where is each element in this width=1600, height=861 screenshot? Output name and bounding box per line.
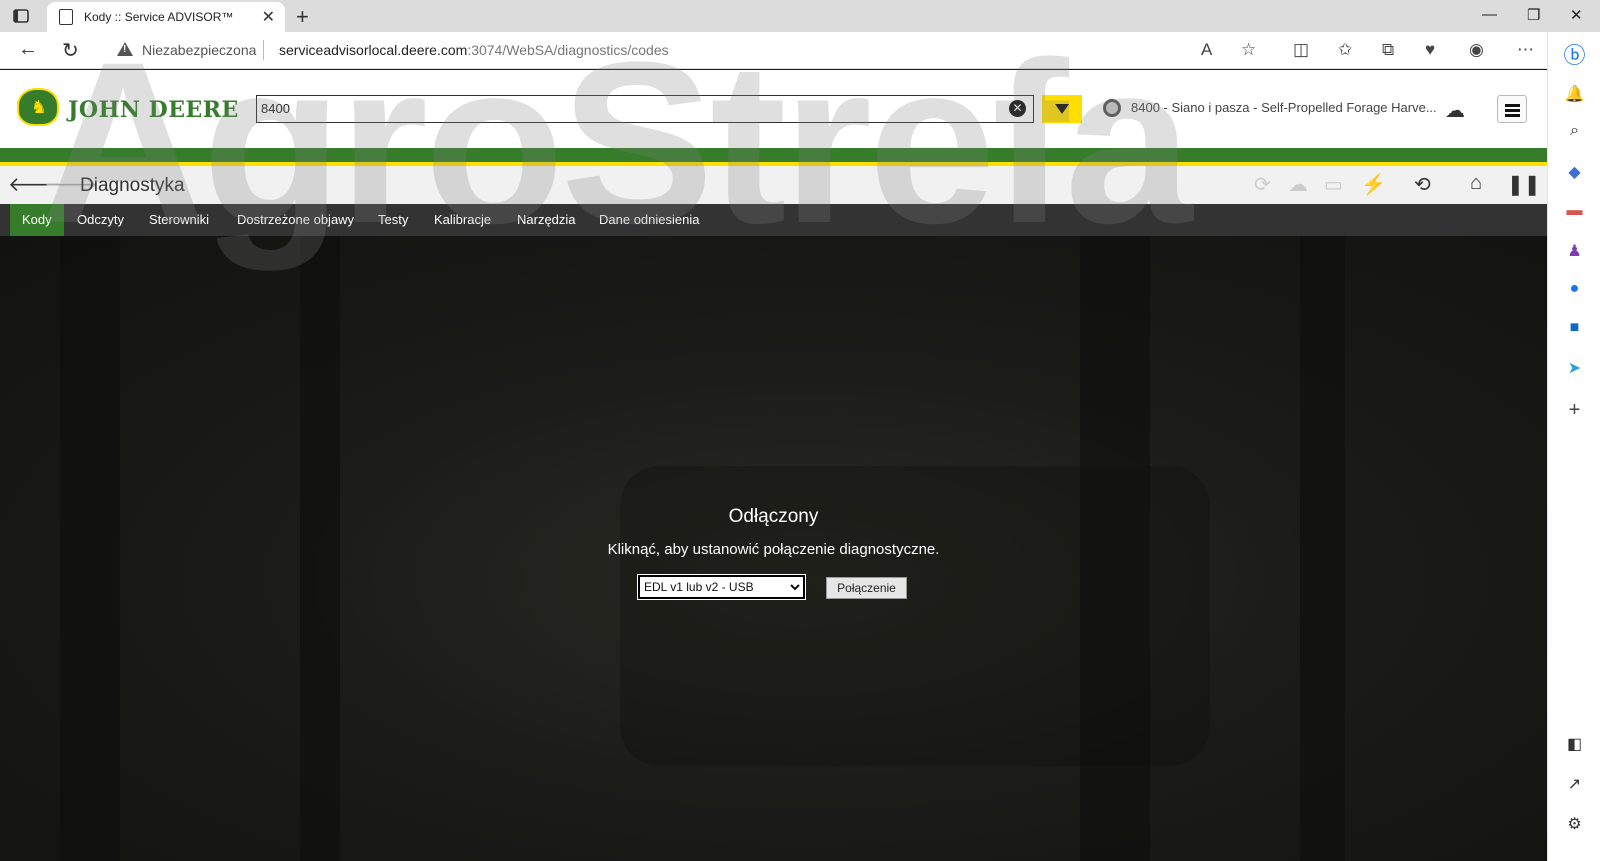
more-options-icon[interactable]: ⋯	[1517, 40, 1534, 60]
warning-icon[interactable]	[117, 42, 133, 56]
deer-icon: ♞	[30, 97, 48, 117]
tab-symptoms[interactable]: Dostrzeżone objawy	[225, 204, 366, 236]
games-icon[interactable]: ♟	[1548, 241, 1600, 261]
browser-tab[interactable]: Kody :: Service ADVISOR™ ✕	[47, 2, 285, 32]
tab-title: Kody :: Service ADVISOR™	[84, 10, 234, 24]
notifications-icon[interactable]: 🔔	[1548, 84, 1600, 104]
browser-back-icon[interactable]: ←	[18, 38, 38, 61]
diagnostics-nav: Kody Odczyty Sterowniki Dostrzeżone obja…	[0, 204, 1547, 236]
sub-header: 🡐 🡒 Diagnostyka ⟳ ☁ ▭ ⚡ ⟲ ⌂ ❚❚	[0, 166, 1547, 204]
browser-essentials-icon[interactable]: ♥	[1425, 40, 1435, 60]
brand-stripe-green	[0, 148, 1547, 162]
open-external-icon[interactable]: ↗	[1548, 774, 1600, 794]
home-icon[interactable]: ⌂	[1470, 172, 1482, 195]
refresh-icon[interactable]: ↻	[62, 38, 79, 63]
tab-tools[interactable]: Narzędzia	[505, 204, 588, 236]
edge-sidebar: ⓑ 🔔 ⌕ ◆ ▬ ♟ ● ■ ➤ + ◧ ↗ ⚙	[1547, 32, 1600, 861]
url-host: serviceadvisorlocal.deere.com	[279, 42, 468, 58]
settings-gear-icon[interactable]: ⚙	[1548, 814, 1600, 834]
cloud-upload-icon[interactable]: ☁	[1288, 172, 1308, 197]
insecure-label[interactable]: Niezabezpieczona	[142, 42, 256, 58]
pause-icon[interactable]: ❚❚	[1507, 172, 1541, 197]
connection-status-message: Kliknąć, aby ustanowić połączenie diagno…	[607, 541, 940, 558]
app-header: ♞ JOHN DEERE 8400 ✕ 8400 - Siano i pasza…	[0, 70, 1547, 148]
tab-reference-data[interactable]: Dane odniesienia	[587, 204, 711, 236]
tab-codes[interactable]: Kody	[10, 204, 64, 236]
bing-chat-icon[interactable]: ⓑ	[1548, 38, 1600, 70]
tab-close-icon[interactable]: ✕	[262, 7, 275, 27]
read-aloud-icon[interactable]: A	[1201, 40, 1212, 60]
search-value: 8400	[261, 101, 290, 116]
tab-actions-icon[interactable]	[12, 7, 30, 25]
cloud-offline-icon[interactable]: ☁	[1445, 98, 1465, 123]
page-title: Diagnostyka	[80, 175, 185, 196]
clear-search-icon[interactable]: ✕	[1009, 100, 1026, 117]
sync-icon[interactable]: ⟳	[1254, 172, 1271, 197]
outlook-icon[interactable]: ■	[1548, 319, 1600, 337]
new-tab-button[interactable]: +	[296, 4, 309, 30]
connect-button[interactable]: Połączenie	[826, 577, 907, 599]
main-content: Odłączony Kliknąć, aby ustanowić połącze…	[0, 236, 1547, 861]
window-close-button[interactable]: ✕	[1570, 6, 1583, 24]
laptop-icon[interactable]: ▭	[1324, 172, 1343, 197]
search-dropdown-button[interactable]	[1042, 95, 1082, 123]
brand-name[interactable]: JOHN DEERE	[68, 97, 239, 123]
favorites-icon[interactable]: ✩	[1338, 40, 1352, 60]
hamburger-menu-button[interactable]	[1497, 95, 1527, 123]
url-divider	[263, 40, 264, 60]
tab-readings[interactable]: Odczyty	[65, 204, 136, 236]
history-icon[interactable]: ⟲	[1414, 172, 1431, 197]
tab-controllers[interactable]: Sterowniki	[137, 204, 221, 236]
machine-search-input[interactable]: 8400 ✕	[256, 95, 1034, 123]
add-sidebar-app-icon[interactable]: +	[1548, 399, 1600, 422]
url-field[interactable]: serviceadvisorlocal.deere.com:3074/WebSA…	[279, 42, 669, 58]
microsoft365-icon[interactable]: ●	[1548, 280, 1600, 298]
connection-status-title: Odłączony	[728, 506, 819, 527]
minimize-button[interactable]: —	[1482, 6, 1497, 23]
machine-status-icon	[1103, 99, 1121, 117]
favorite-star-icon[interactable]: ☆	[1241, 40, 1256, 60]
tab-calibrations[interactable]: Kalibracje	[422, 204, 503, 236]
address-bar: ← ↻ Niezabezpieczona serviceadvisorlocal…	[0, 32, 1547, 69]
browser-tab-bar: Kody :: Service ADVISOR™ ✕ + — ❐ ✕	[0, 0, 1600, 32]
drop-icon[interactable]: ➤	[1548, 358, 1600, 378]
split-screen-icon[interactable]: ◫	[1293, 40, 1309, 60]
john-deere-logo-icon[interactable]: ♞	[17, 88, 59, 126]
search-icon[interactable]: ⌕	[1548, 122, 1600, 140]
hide-sidebar-icon[interactable]: ◧	[1548, 734, 1600, 754]
url-path: :3074/WebSA/diagnostics/codes	[467, 42, 669, 58]
restore-button[interactable]: ❐	[1527, 6, 1540, 24]
connection-type-select[interactable]: EDL v1 lub v2 - USB	[637, 574, 806, 600]
tools-icon[interactable]: ▬	[1548, 202, 1600, 220]
tab-tests[interactable]: Testy	[366, 204, 420, 236]
collections-icon[interactable]: ⧉	[1382, 40, 1394, 60]
disconnect-plug-icon[interactable]: ⚡	[1361, 172, 1386, 197]
profile-avatar-icon[interactable]: ◉	[1469, 40, 1484, 60]
selected-machine-label[interactable]: 8400 - Siano i pasza - Self-Propelled Fo…	[1131, 100, 1437, 115]
page-icon	[59, 9, 73, 25]
shopping-icon[interactable]: ◆	[1548, 162, 1600, 182]
